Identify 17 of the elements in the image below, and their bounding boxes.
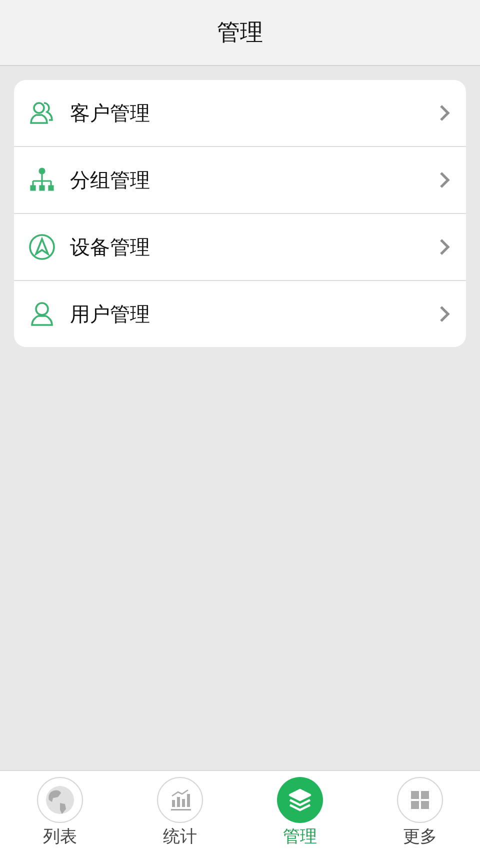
chevron-icon xyxy=(438,304,452,324)
people-icon xyxy=(28,99,56,127)
tab[interactable]: 统计 xyxy=(120,771,240,853)
navigation-icon xyxy=(28,233,56,261)
menu-item[interactable]: 用户管理 xyxy=(14,280,466,347)
chevron-icon xyxy=(438,170,452,190)
chevron-icon xyxy=(438,237,452,257)
menu-item[interactable]: 设备管理 xyxy=(14,213,466,280)
hierarchy-icon xyxy=(28,166,56,194)
globe-icon xyxy=(45,785,75,815)
tab[interactable]: 列表 xyxy=(0,771,120,853)
chevron-icon xyxy=(438,103,452,123)
menu-item[interactable]: 客户管理 xyxy=(14,80,466,146)
tab[interactable]: 更多 xyxy=(360,771,480,853)
menu-item[interactable]: 分组管理 xyxy=(14,146,466,213)
page-title: 管理 xyxy=(217,19,263,48)
user-icon xyxy=(28,300,56,328)
